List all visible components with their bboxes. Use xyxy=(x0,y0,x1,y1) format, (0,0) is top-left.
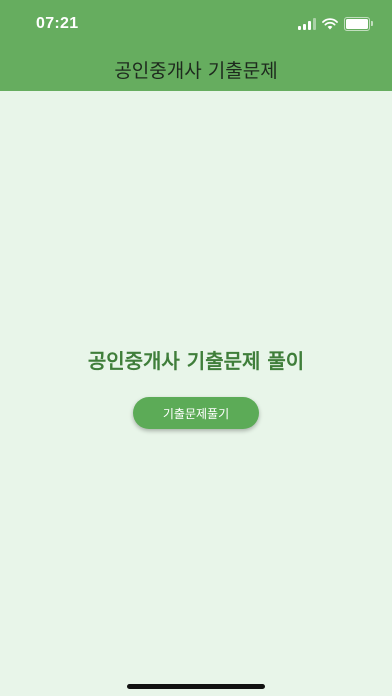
start-quiz-button[interactable]: 기출문제풀기 xyxy=(133,397,259,429)
page-headline: 공인중개사 기출문제 풀이 xyxy=(87,349,305,373)
status-icons xyxy=(298,17,373,31)
home-indicator[interactable] xyxy=(127,684,265,689)
wifi-icon xyxy=(322,18,338,30)
app-bar: 07:21 공인중개사 기출문제 xyxy=(0,0,392,91)
app-bar-title: 공인중개사 기출문제 xyxy=(114,60,278,82)
status-time: 07:21 xyxy=(36,15,79,32)
battery-icon xyxy=(344,17,373,31)
cellular-signal-icon xyxy=(298,18,316,30)
